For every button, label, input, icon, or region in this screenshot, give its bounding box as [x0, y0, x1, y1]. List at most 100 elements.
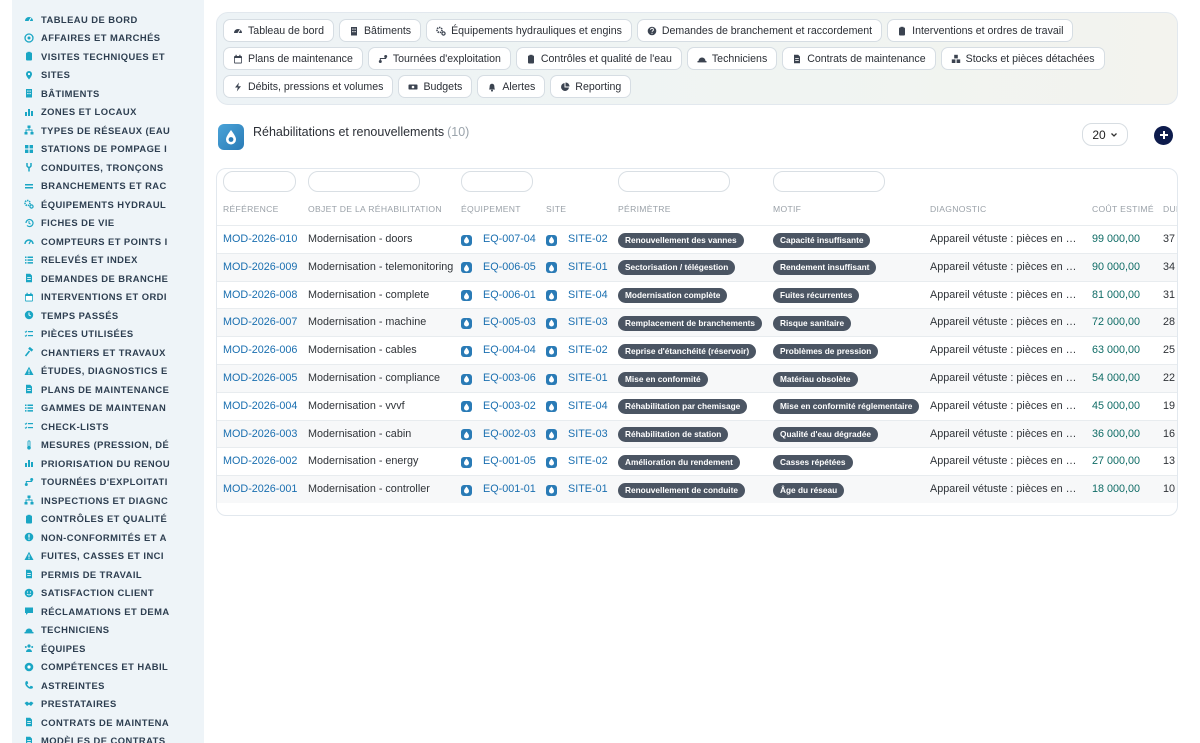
sidebar-item[interactable]: AFFAIRES ET MARCHÉS	[12, 29, 204, 48]
reference-link[interactable]: MOD-2026-003	[223, 421, 297, 448]
equipement-link[interactable]: EQ-001-01	[483, 476, 536, 503]
reference-link[interactable]: MOD-2026-004	[223, 393, 297, 420]
site-link[interactable]: SITE-02	[568, 337, 608, 364]
sidebar-item[interactable]: PLANS DE MAINTENANCE	[12, 380, 204, 399]
sidebar-item[interactable]: SATISFACTION CLIENT	[12, 584, 204, 603]
sidebar-item[interactable]: STATIONS DE POMPAGE I	[12, 140, 204, 159]
site-link[interactable]: SITE-01	[568, 254, 608, 281]
sidebar-item[interactable]: TECHNICIENS	[12, 621, 204, 640]
site-link[interactable]: SITE-01	[568, 365, 608, 392]
filter-motif-input[interactable]	[773, 171, 885, 192]
sidebar-item[interactable]: ÉTUDES, DIAGNOSTICS E	[12, 362, 204, 381]
sidebar-item[interactable]: TABLEAU DE BORD	[12, 10, 204, 29]
sidebar-item[interactable]: PRIORISATION DU RENOU	[12, 454, 204, 473]
sidebar-item[interactable]: ZONES ET LOCAUX	[12, 103, 204, 122]
sidebar-item[interactable]: NON-CONFORMITÉS ET A	[12, 528, 204, 547]
reference-link[interactable]: MOD-2026-005	[223, 365, 297, 392]
sidebar-item[interactable]: COMPTEURS ET POINTS I	[12, 232, 204, 251]
reference-link[interactable]: MOD-2026-007	[223, 309, 297, 336]
equipement-link[interactable]: EQ-002-03	[483, 421, 536, 448]
sidebar-item[interactable]: PIÈCES UTILISÉES	[12, 325, 204, 344]
site-link[interactable]: SITE-04	[568, 393, 608, 420]
sidebar-item[interactable]: ÉQUIPEMENTS HYDRAUL	[12, 195, 204, 214]
reference-link[interactable]: MOD-2026-010	[223, 226, 297, 253]
shortcut-button[interactable]: Alertes	[477, 75, 546, 98]
column-header-equipement[interactable]: ÉQUIPEMENT	[461, 204, 521, 214]
reference-link[interactable]: MOD-2026-001	[223, 476, 297, 503]
sidebar-item[interactable]: SITES	[12, 66, 204, 85]
shortcut-button[interactable]: Interventions et ordres de travail	[887, 19, 1074, 42]
shortcut-button[interactable]: Stocks et pièces détachées	[940, 47, 1105, 70]
shortcut-button[interactable]: Équipements hydrauliques et engins	[426, 19, 632, 42]
equipement-link[interactable]: EQ-007-04	[483, 226, 536, 253]
shortcut-button[interactable]: Tableau de bord	[223, 19, 334, 42]
sidebar-item[interactable]: CHANTIERS ET TRAVAUX	[12, 343, 204, 362]
sidebar-item[interactable]: CONDUITES, TRONÇONS	[12, 158, 204, 177]
table-row[interactable]: MOD-2026-007 Modernisation - machine EQ-00…	[217, 308, 1177, 337]
sidebar-item[interactable]: ASTREINTES	[12, 676, 204, 695]
table-row[interactable]: MOD-2026-002 Modernisation - energy EQ-001…	[217, 447, 1177, 475]
shortcut-button[interactable]: Budgets	[398, 75, 473, 98]
shortcut-button[interactable]: Contrôles et qualité de l'eau	[515, 47, 682, 70]
sidebar-item[interactable]: FUITES, CASSES ET INCI	[12, 547, 204, 566]
sidebar-item[interactable]: TOURNÉES D'EXPLOITATI	[12, 473, 204, 492]
equipement-link[interactable]: EQ-006-05	[483, 254, 536, 281]
site-link[interactable]: SITE-04	[568, 282, 608, 309]
site-link[interactable]: SITE-03	[568, 309, 608, 336]
sidebar-item[interactable]: RELEVÉS ET INDEX	[12, 251, 204, 270]
column-header-cout[interactable]: COÛT ESTIMÉ	[1092, 204, 1154, 214]
reference-link[interactable]: MOD-2026-008	[223, 282, 297, 309]
column-header-perimetre[interactable]: PÉRIMÈTRE	[618, 204, 671, 214]
sidebar-item[interactable]: INTERVENTIONS ET ORDI	[12, 288, 204, 307]
sidebar-item[interactable]: PRESTATAIRES	[12, 695, 204, 714]
shortcut-button[interactable]: Reporting	[550, 75, 632, 98]
table-row[interactable]: MOD-2026-008 Modernisation - complete EQ-0…	[217, 280, 1177, 309]
filter-perimetre-input[interactable]	[618, 171, 730, 192]
sidebar-item[interactable]: TYPES DE RÉSEAUX (EAU	[12, 121, 204, 140]
equipement-link[interactable]: EQ-003-06	[483, 365, 536, 392]
table-row[interactable]: MOD-2026-006 Modernisation - cables EQ-004…	[217, 336, 1177, 364]
sidebar-item[interactable]: ÉQUIPES	[12, 639, 204, 658]
sidebar-item[interactable]: BRANCHEMENTS ET RAC	[12, 177, 204, 196]
equipement-link[interactable]: EQ-006-01	[483, 282, 536, 309]
reference-link[interactable]: MOD-2026-009	[223, 254, 297, 281]
site-link[interactable]: SITE-02	[568, 226, 608, 253]
add-record-button[interactable]	[1154, 126, 1173, 145]
page-size-select[interactable]: 20	[1082, 123, 1128, 146]
sidebar-item[interactable]: MODÈLES DE CONTRATS	[12, 732, 204, 743]
sidebar-item[interactable]: INSPECTIONS ET DIAGNC	[12, 491, 204, 510]
equipement-link[interactable]: EQ-003-02	[483, 393, 536, 420]
equipement-link[interactable]: EQ-001-05	[483, 448, 536, 475]
shortcut-button[interactable]: Bâtiments	[338, 19, 422, 42]
shortcut-button[interactable]: Techniciens	[686, 47, 778, 70]
sidebar-item[interactable]: COMPÉTENCES ET HABIL	[12, 658, 204, 677]
sidebar-item[interactable]: DEMANDES DE BRANCHE	[12, 269, 204, 288]
column-header-site[interactable]: SITE	[546, 204, 566, 214]
shortcut-button[interactable]: Contrats de maintenance	[782, 47, 936, 70]
shortcut-button[interactable]: Demandes de branchement et raccordement	[636, 19, 883, 42]
reference-link[interactable]: MOD-2026-006	[223, 337, 297, 364]
filter-objet-input[interactable]	[308, 171, 420, 192]
shortcut-button[interactable]: Plans de maintenance	[223, 47, 363, 70]
table-row[interactable]: MOD-2026-005 Modernisation - compliance EQ…	[217, 364, 1177, 392]
sidebar-item[interactable]: RÉCLAMATIONS ET DEMA	[12, 602, 204, 621]
site-link[interactable]: SITE-01	[568, 476, 608, 503]
site-link[interactable]: SITE-03	[568, 421, 608, 448]
table-row[interactable]: MOD-2026-010 Modernisation - doors EQ-007-…	[217, 225, 1177, 253]
sidebar-item[interactable]: CONTRATS DE MAINTENA	[12, 713, 204, 732]
sidebar-item[interactable]: MESURES (PRESSION, DÉ	[12, 436, 204, 455]
sidebar-item[interactable]: CONTRÔLES ET QUALITÉ	[12, 510, 204, 529]
table-row[interactable]: MOD-2026-004 Modernisation - vvvf EQ-003-0…	[217, 391, 1177, 420]
sidebar-item[interactable]: BÂTIMENTS	[12, 84, 204, 103]
column-header-duree[interactable]: DUF	[1163, 204, 1177, 214]
equipement-link[interactable]: EQ-005-03	[483, 309, 536, 336]
sidebar-item[interactable]: VISITES TECHNIQUES ET	[12, 47, 204, 66]
site-link[interactable]: SITE-02	[568, 448, 608, 475]
column-header-diagnostic[interactable]: DIAGNOSTIC	[930, 204, 986, 214]
equipement-link[interactable]: EQ-004-04	[483, 337, 536, 364]
sidebar-item[interactable]: FICHES DE VIE	[12, 214, 204, 233]
sidebar-item[interactable]: CHECK-LISTS	[12, 417, 204, 436]
reference-link[interactable]: MOD-2026-002	[223, 448, 297, 475]
column-header-motif[interactable]: MOTIF	[773, 204, 801, 214]
table-row[interactable]: MOD-2026-001 Modernisation - controller EQ…	[217, 475, 1177, 503]
